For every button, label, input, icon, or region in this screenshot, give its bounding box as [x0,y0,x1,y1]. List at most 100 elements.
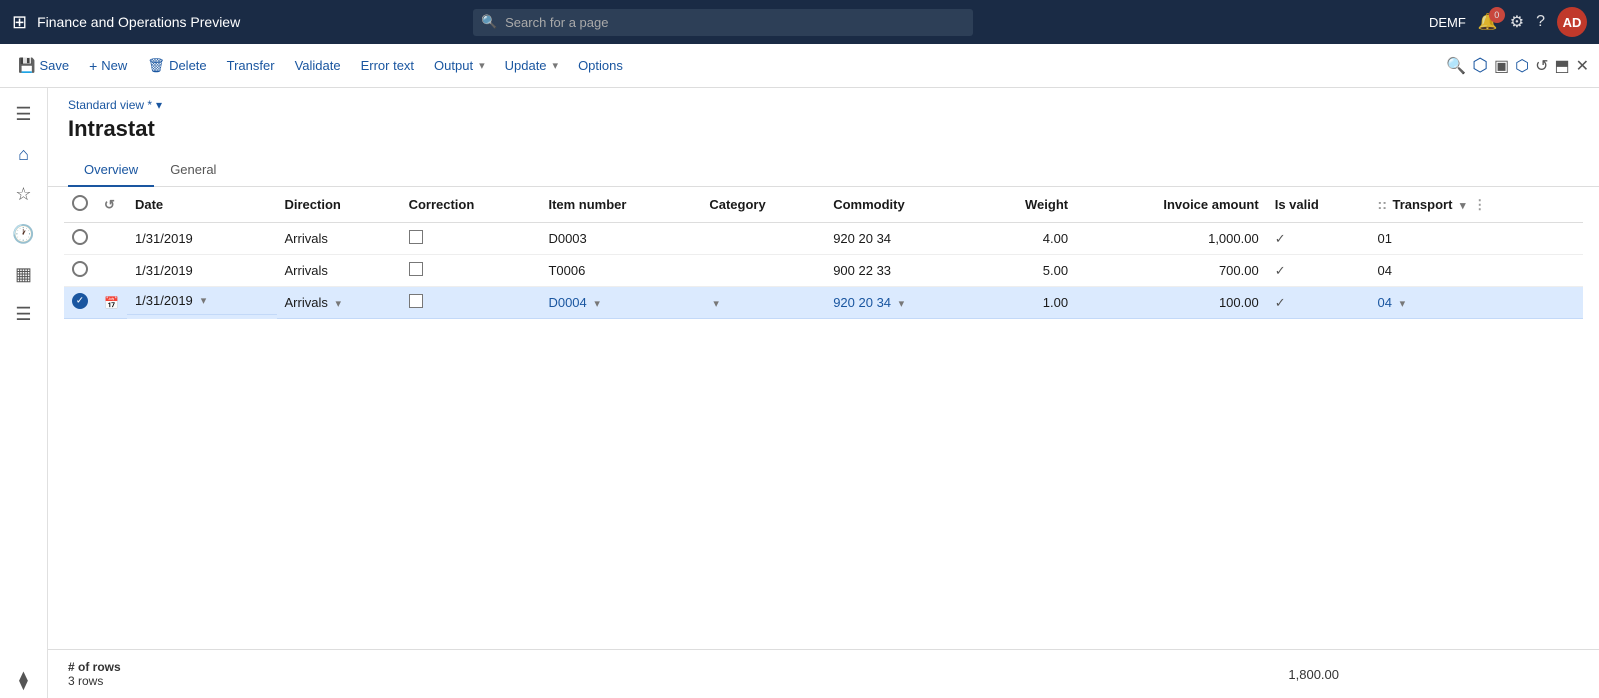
footer-summary: # of rows 3 rows 1,800.00 [48,649,1599,698]
col-weight[interactable]: Weight [975,187,1076,223]
row1-select-circle[interactable] [72,229,88,245]
row3-commodity-chevron-icon[interactable]: ▾ [899,298,905,310]
company-label: DEMF [1429,15,1466,30]
badge-icon[interactable]: ⬡ [1515,56,1529,76]
row1-select-cell[interactable] [64,223,96,255]
row3-item-number: D0004 ▾ [540,287,701,319]
view-selector[interactable]: Standard view * ▾ [68,98,1579,112]
search-icon: 🔍 [481,14,497,30]
row1-weight: 4.00 [975,223,1076,255]
row2-select-circle[interactable] [72,261,88,277]
col-invoice-amount[interactable]: Invoice amount [1076,187,1267,223]
transfer-button[interactable]: Transfer [219,54,283,77]
refresh-rows-icon[interactable]: ↺ [104,197,115,212]
row3-is-valid: ✓ [1267,287,1370,319]
sidebar-workspaces-icon[interactable]: ▦ [6,256,42,292]
sidebar-home-icon[interactable]: ⌂ [6,136,42,172]
select-all-circle[interactable] [72,195,88,211]
sidebar-recent-icon[interactable]: 🕐 [6,216,42,252]
col-direction[interactable]: Direction [277,187,401,223]
filter-icon[interactable]: 🔍 [1446,56,1466,76]
row2-valid-check-icon: ✓ [1275,263,1286,278]
col-transport[interactable]: :: Transport ▾ ⋮ [1370,187,1583,223]
sidebar-list-icon[interactable]: ☰ [6,296,42,332]
row3-date: 1/31/2019 ▾ [127,287,277,315]
grid-menu-icon[interactable]: ⊞ [12,12,27,33]
col-is-valid[interactable]: Is valid [1267,187,1370,223]
row2-direction: Arrivals [277,255,401,287]
col-date[interactable]: Date [127,187,277,223]
notification-icon[interactable]: 🔔 0 [1478,12,1498,32]
sidebar-filter-icon[interactable]: ⧫ [6,662,42,698]
delete-button[interactable]: 🗑 Delete [139,53,214,78]
help-icon[interactable]: ? [1536,13,1545,31]
save-button[interactable]: 💾 Save [10,53,77,78]
new-button[interactable]: + New [81,54,135,78]
new-icon: + [89,58,97,74]
row3-category-chevron-icon[interactable]: ▾ [713,298,719,310]
row1-is-valid: ✓ [1267,223,1370,255]
sidebar-favorites-icon[interactable]: ☆ [6,176,42,212]
row3-refresh-cell: 📅 [96,287,127,319]
update-button[interactable]: Update ▾ [497,54,566,77]
intrastat-table: ↺ Date Direction Correction Item number … [64,187,1583,319]
transport-more-icon[interactable]: ⋮ [1473,197,1486,212]
row3-item-chevron-icon[interactable]: ▾ [594,298,600,310]
row3-calendar-icon[interactable]: 📅 [104,296,119,310]
row3-select-circle[interactable] [72,293,88,309]
table-header-row: ↺ Date Direction Correction Item number … [64,187,1583,223]
row3-transport-value: 04 [1378,295,1392,310]
view-label: Standard view * [68,98,152,112]
top-bar: ⊞ Finance and Operations Preview 🔍 DEMF … [0,0,1599,44]
row1-correction [401,223,541,255]
tab-general[interactable]: General [154,154,232,187]
split-view-icon[interactable]: ▣ [1494,56,1509,76]
tab-overview[interactable]: Overview [68,154,154,187]
col-refresh: ↺ [96,187,127,223]
row3-transport-chevron-icon[interactable]: ▾ [1400,298,1406,310]
update-chevron-icon: ▾ [553,59,559,72]
sidebar: ☰ ⌂ ☆ 🕐 ▦ ☰ ⧫ [0,88,48,698]
user-avatar[interactable]: AD [1557,7,1587,37]
output-button[interactable]: Output ▾ [426,54,493,77]
close-icon[interactable]: ✕ [1576,56,1589,76]
output-chevron-icon: ▾ [479,59,485,72]
error-text-button[interactable]: Error text [353,54,422,77]
row2-category [701,255,825,287]
col-item-number[interactable]: Item number [540,187,701,223]
table-row: 1/31/2019 Arrivals D0003 920 20 34 4.00 … [64,223,1583,255]
row2-invoice-amount: 700.00 [1076,255,1267,287]
col-correction[interactable]: Correction [401,187,541,223]
col-commodity[interactable]: Commodity [825,187,975,223]
save-icon: 💾 [18,57,35,74]
row3-correction-checkbox[interactable] [409,294,423,308]
search-bar: 🔍 [473,9,973,36]
row1-correction-checkbox[interactable] [409,230,423,244]
transport-handle-icon: :: [1378,196,1387,212]
search-input[interactable] [473,9,973,36]
row1-item-number: D0003 [540,223,701,255]
transport-chevron-icon[interactable]: ▾ [1460,200,1466,212]
row1-transport: 01 [1370,223,1583,255]
row3-select-cell[interactable] [64,287,96,319]
sidebar-menu-icon[interactable]: ☰ [6,96,42,132]
validate-button[interactable]: Validate [287,54,349,77]
col-category[interactable]: Category [701,187,825,223]
layout: ☰ ⌂ ☆ 🕐 ▦ ☰ ⧫ Standard view * ▾ Intrasta… [0,88,1599,698]
row3-weight: 1.00 [975,287,1076,319]
settings-icon[interactable]: ⚙ [1510,12,1524,32]
personalize-icon[interactable]: ⬡ [1472,55,1488,76]
row3-item-number-link[interactable]: D0004 [548,295,586,310]
refresh-icon[interactable]: ↺ [1535,56,1548,76]
row2-select-cell[interactable] [64,255,96,287]
row3-direction-chevron-icon[interactable]: ▾ [335,298,341,310]
row3-date-chevron-icon[interactable]: ▾ [201,294,207,307]
page-header: Standard view * ▾ Intrastat [48,88,1599,154]
table-row: 📅 1/31/2019 ▾ Arrivals ▾ [64,287,1583,319]
row2-refresh-cell [96,255,127,287]
options-button[interactable]: Options [570,54,631,77]
row1-commodity: 920 20 34 [825,223,975,255]
top-bar-right: DEMF 🔔 0 ⚙ ? AD [1429,7,1587,37]
row2-correction-checkbox[interactable] [409,262,423,276]
open-new-icon[interactable]: ⬒ [1554,56,1569,76]
